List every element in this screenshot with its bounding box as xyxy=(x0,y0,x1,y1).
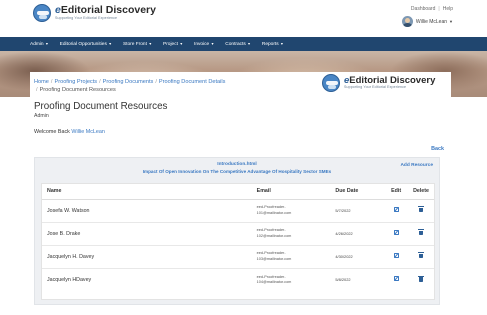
nav-item-project[interactable]: Project ▼ xyxy=(163,42,183,47)
edit-icon[interactable] xyxy=(393,276,399,282)
panel-brand-tagline: Supporting Your Editorial Experience xyxy=(344,85,407,90)
top-header: eEditorial Discovery Supporting Your Edi… xyxy=(0,0,487,34)
nav-item-editorial-opportunities[interactable]: Editorial Opportunities ▼ xyxy=(60,42,112,47)
row-name: Jose B. Drake xyxy=(42,222,252,246)
column-header-edit: Edit xyxy=(384,184,409,200)
nav-item-reports[interactable]: Reports ▼ xyxy=(262,42,284,47)
table-row: Jacquelyn H. Davey eed-Proofreader- 103@m… xyxy=(42,245,434,269)
chevron-down-icon: ▼ xyxy=(247,41,251,46)
row-name: Jacquelyn HDavey xyxy=(47,276,92,283)
chevron-down-icon: ▼ xyxy=(280,41,284,46)
document-title: Impact Of Open Innovation On The Competi… xyxy=(142,169,332,174)
row-name: Josefa W. Watson xyxy=(42,199,252,223)
top-links-separator: | xyxy=(438,6,440,12)
welcome-message: Welcome Back Willie McLean xyxy=(34,129,105,135)
breadcrumb-proofing-projects[interactable]: Proofing Projects xyxy=(54,79,97,85)
document-filename: Introduction.html xyxy=(217,162,257,167)
breadcrumb-proofing-documents[interactable]: Proofing Documents xyxy=(103,79,154,85)
breadcrumb-home[interactable]: Home xyxy=(34,79,49,85)
chevron-down-icon: ▼ xyxy=(449,19,453,24)
row-email: eed-Proofreader- 103@mailinator.com xyxy=(251,245,331,269)
nav-item-contracts[interactable]: Contracts ▼ xyxy=(225,42,251,47)
row-due-date: 4/30/2022 xyxy=(330,245,385,269)
edit-icon[interactable] xyxy=(393,207,399,212)
document-header: Introduction.html Impact Of Open Innovat… xyxy=(35,162,439,174)
row-email: eed-Proofreader- 101@mailinator.com xyxy=(251,199,331,223)
table-row: Jacquelyn HDavey eed-Proofreader- 104@mai… xyxy=(42,268,434,291)
chevron-down-icon: ▼ xyxy=(179,41,183,46)
row-due-date: 4/26/2022 xyxy=(330,222,385,246)
page-title: Proofing Document Resources xyxy=(34,101,168,112)
trash-icon[interactable] xyxy=(418,252,424,259)
logo-globe-icon xyxy=(33,4,51,22)
edit-icon[interactable] xyxy=(393,230,399,235)
user-name: Willie McLean xyxy=(415,18,448,25)
back-button[interactable]: Back xyxy=(431,146,444,152)
row-due-date: 5/8/2022 xyxy=(335,277,351,283)
chevron-down-icon: ▼ xyxy=(108,41,112,46)
brand-tagline: Supporting Your Editorial Experience xyxy=(55,15,118,20)
chevron-down-icon: ▼ xyxy=(210,41,215,46)
welcome-user-name: Willie McLean xyxy=(71,129,105,135)
add-resource-button[interactable]: Add Resource xyxy=(400,163,433,168)
breadcrumb-current: Proofing Document Resources xyxy=(39,87,116,94)
help-link[interactable]: Help xyxy=(443,6,453,12)
column-header-email: Email xyxy=(251,184,331,200)
table-row: Josefa W. Watson eed-Proofreader- 101@mai… xyxy=(42,199,434,223)
main-nav: Admin ▼ Editorial Opportunities ▼ Store Fr… xyxy=(0,37,487,51)
document-card: Introduction.html Impact Of Open Innovat… xyxy=(34,157,440,305)
content-panel: Home / Proofing Projects / Proofing Document… xyxy=(30,72,451,315)
trash-icon[interactable] xyxy=(418,275,424,282)
user-role: Admin xyxy=(34,113,49,119)
brand-logo[interactable]: eEditorial Discovery Supporting Your Edi… xyxy=(33,4,156,22)
panel-brand-name: eEditorial Discovery xyxy=(344,74,436,86)
table-row: Jose B. Drake eed-Proofreader- 102@mailin… xyxy=(42,222,434,246)
table-header-row: Name Email Due Date Edit Delete xyxy=(42,184,434,200)
dashboard-link[interactable]: Dashboard xyxy=(411,6,435,12)
column-header-name: Name xyxy=(42,184,252,200)
nav-item-invoice[interactable]: Invoice ▼ xyxy=(194,42,214,47)
resources-table: Name Email Due Date Edit Delete Josefa W… xyxy=(41,183,435,300)
logo-globe-icon xyxy=(322,74,340,92)
user-menu[interactable]: Willie McLean ▼ xyxy=(401,16,453,27)
row-name: Jacquelyn H. Davey xyxy=(42,245,252,269)
chevron-down-icon: ▼ xyxy=(45,41,49,46)
brand-name: eEditorial Discovery xyxy=(55,4,156,17)
nav-item-store-front[interactable]: Store Front ▼ xyxy=(123,42,152,47)
edit-icon[interactable] xyxy=(393,253,399,258)
trash-icon[interactable] xyxy=(418,229,424,236)
top-links: Dashboard | Help xyxy=(411,6,453,12)
chevron-down-icon: ▼ xyxy=(148,41,152,46)
nav-item-admin[interactable]: Admin ▼ xyxy=(30,42,49,47)
trash-icon[interactable] xyxy=(418,206,424,213)
column-header-delete: Delete xyxy=(408,184,434,200)
breadcrumb-proofing-document-details[interactable]: Proofing Document Details xyxy=(159,79,226,85)
row-email: eed-Proofreader- 104@mailinator.com xyxy=(256,274,292,284)
avatar xyxy=(401,16,413,27)
column-header-due-date: Due Date xyxy=(330,184,385,200)
breadcrumb: Home / Proofing Projects / Proofing Document… xyxy=(34,79,226,94)
row-due-date: 5/7/2022 xyxy=(330,199,385,223)
panel-brand-logo: eEditorial Discovery Supporting Your Edi… xyxy=(322,74,435,92)
row-email: eed-Proofreader- 102@mailinator.com xyxy=(251,222,331,246)
